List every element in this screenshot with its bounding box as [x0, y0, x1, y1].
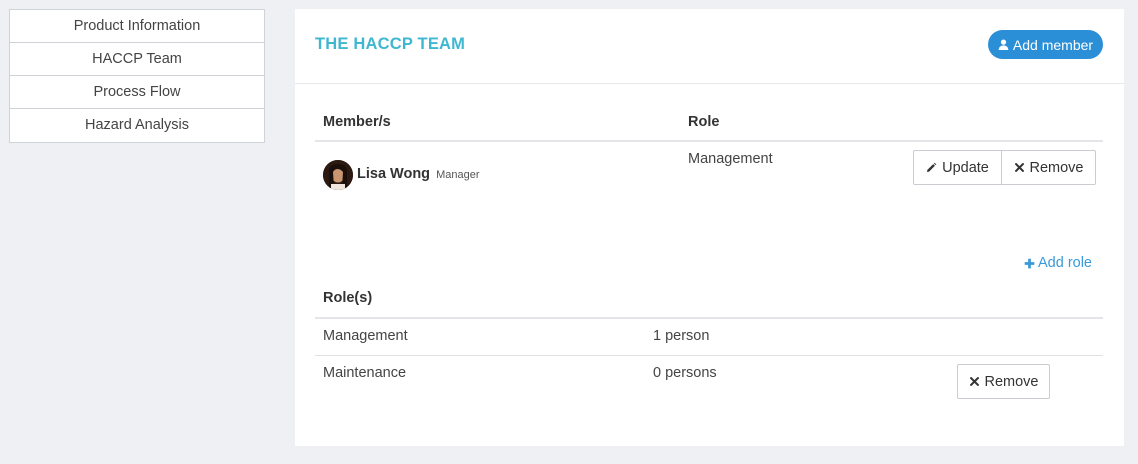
add-member-button[interactable]: Add member: [988, 30, 1103, 59]
roles-header-divider: [315, 317, 1103, 319]
roles-column-header: Role(s): [323, 290, 373, 306]
close-icon: [1014, 162, 1025, 173]
user-icon: [998, 39, 1009, 50]
remove-label: Remove: [1029, 159, 1084, 176]
member-name: Lisa Wong Manager: [357, 166, 480, 182]
member-column-header: Member/s: [323, 114, 391, 130]
pencil-icon: [926, 162, 937, 173]
sidebar-item-product-information[interactable]: Product Information: [10, 10, 264, 43]
update-member-button[interactable]: Update: [913, 150, 1002, 185]
close-icon: [969, 376, 980, 387]
role-actions: Remove: [957, 364, 1050, 399]
role-count: 1 person: [653, 328, 710, 344]
avatar: [323, 160, 353, 190]
panel-header: THE HACCP TEAM Add member: [295, 9, 1124, 84]
remove-role-button[interactable]: Remove: [957, 364, 1050, 399]
role-column-header: Role: [688, 114, 720, 130]
role-name: Maintenance: [323, 365, 407, 381]
add-role-link[interactable]: Add role: [1024, 255, 1092, 271]
plus-icon: [1024, 258, 1035, 269]
member-actions: Update Remove: [913, 150, 1096, 185]
role-name: Management: [323, 328, 408, 344]
add-role-label: Add role: [1037, 255, 1092, 271]
remove-label: Remove: [984, 373, 1039, 390]
add-member-label: Add member: [1012, 36, 1094, 53]
member-name-text: Lisa Wong: [357, 166, 431, 182]
update-label: Update: [942, 159, 989, 176]
role-count: 0 persons: [653, 365, 717, 381]
members-header-divider: [315, 140, 1103, 142]
sidebar-item-hazard-analysis[interactable]: Hazard Analysis: [10, 109, 264, 142]
page-title: THE HACCP TEAM: [315, 35, 466, 53]
haccp-team-panel: THE HACCP TEAM Add member Member/s Role …: [295, 9, 1124, 446]
sidebar-item-haccp-team[interactable]: HACCP Team: [10, 43, 264, 76]
remove-member-button[interactable]: Remove: [1002, 150, 1096, 185]
sidebar-item-process-flow[interactable]: Process Flow: [10, 76, 264, 109]
roles-row-divider: [315, 355, 1103, 356]
sidebar-nav: Product Information HACCP Team Process F…: [9, 9, 265, 143]
member-role: Management: [688, 151, 773, 167]
member-subtitle: Manager: [436, 169, 480, 181]
